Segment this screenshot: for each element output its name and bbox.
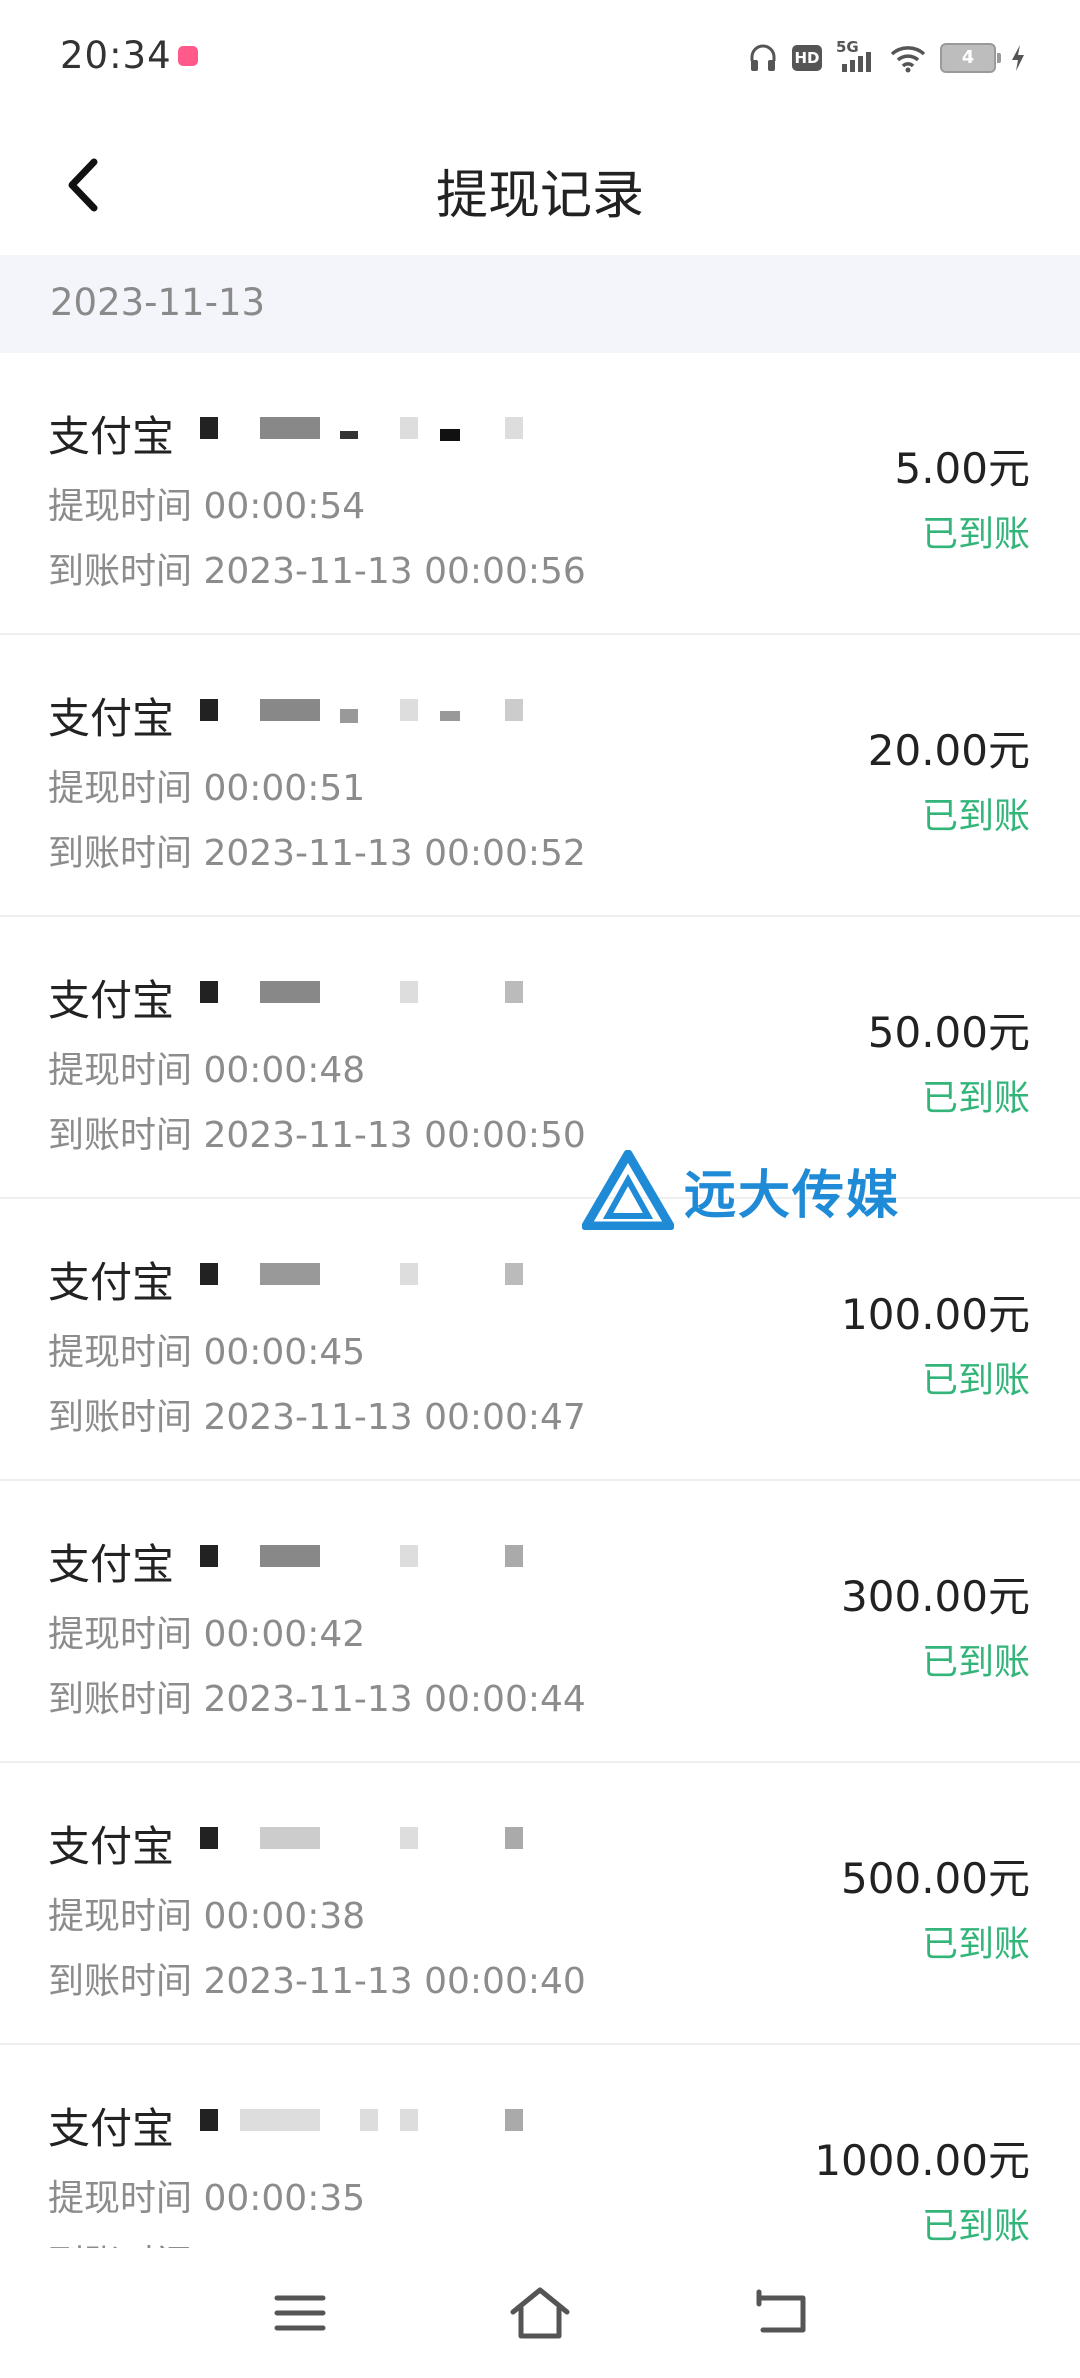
withdrawal-record[interactable]: 支付宝 提现时间 00:00:42 到账时间 2023-11-13 00:00:… (0, 1481, 1080, 1763)
status-label: 已到账 (921, 1924, 1030, 1965)
arrival-time: 到账时间 2023-11-13 00:00:50 (48, 1115, 586, 1156)
arrival-time: 到账时间 2023-11-13 00:00:40 (48, 1961, 586, 2002)
home-icon (510, 2287, 570, 2339)
masked-account (200, 699, 530, 723)
watermark: 远大传媒 (582, 1150, 900, 1230)
withdraw-time: 提现时间 00:00:35 (48, 2178, 366, 2219)
withdrawal-record[interactable]: 支付宝 提现时间 00:00:54 到账时间 2023-11-13 00:00:… (0, 353, 1080, 635)
withdraw-time: 提现时间 00:00:42 (48, 1614, 366, 1655)
amount: 100.00元 (841, 1290, 1030, 1339)
watermark-text: 远大传媒 (684, 1165, 901, 1226)
date-group-label: 2023-11-13 (50, 281, 266, 324)
payment-method: 支付宝 (48, 2104, 175, 2153)
masked-account (200, 981, 530, 1005)
status-bar: 20:34 HD 5G 4 (0, 0, 1080, 115)
wifi-icon (890, 46, 926, 73)
masked-account (200, 2109, 530, 2133)
amount: 300.00元 (841, 1572, 1030, 1621)
withdraw-time: 提现时间 00:00:38 (48, 1896, 366, 1937)
withdrawal-record[interactable]: 支付宝 提现时间 00:00:51 到账时间 2023-11-13 00:00:… (0, 635, 1080, 917)
menu-icon (274, 2295, 326, 2331)
battery-icon: 4 (940, 43, 1001, 73)
withdraw-time: 提现时间 00:00:51 (48, 768, 366, 809)
arrival-time: 到账时间 2023-11-13 00:00:44 (48, 1679, 586, 1720)
arrival-time: 到账时间 2023-11-13 00:00:47 (48, 1397, 586, 1438)
amount: 20.00元 (867, 726, 1030, 775)
headphones-icon (750, 44, 776, 71)
page-title: 提现记录 (435, 166, 644, 226)
payment-method: 支付宝 (48, 1258, 175, 1307)
withdrawal-record[interactable]: 支付宝 提现时间 00:00:48 到账时间 2023-11-13 00:00:… (0, 917, 1080, 1199)
payment-method: 支付宝 (48, 412, 175, 461)
status-label: 已到账 (921, 1360, 1030, 1401)
home-button[interactable] (505, 2278, 575, 2348)
triangle-logo-icon (582, 1150, 674, 1230)
amount: 500.00元 (841, 1854, 1030, 1903)
battery-level: 4 (961, 47, 975, 68)
masked-account (200, 1545, 530, 1569)
payment-method: 支付宝 (48, 694, 175, 743)
withdrawal-record[interactable]: 支付宝 提现时间 00:00:45 到账时间 2023-11-13 00:00:… (0, 1199, 1080, 1481)
payment-method: 支付宝 (48, 1540, 175, 1589)
status-label: 已到账 (921, 1642, 1030, 1683)
status-icons: HD 5G 4 (748, 36, 1026, 80)
withdraw-time: 提现时间 00:00:45 (48, 1332, 366, 1373)
amount: 5.00元 (894, 444, 1030, 493)
notification-app-icon (178, 46, 198, 66)
arrival-time: 到账时间 2023-11-13 00:00:56 (48, 551, 586, 592)
withdrawal-record[interactable]: 支付宝 提现时间 00:00:38 到账时间 2023-11-13 00:00:… (0, 1763, 1080, 2045)
withdraw-time: 提现时间 00:00:54 (48, 486, 366, 527)
charging-icon (1012, 45, 1024, 71)
signal-icon: 5G (836, 38, 876, 74)
system-nav-bar (0, 2248, 1080, 2378)
status-time: 20:34 (60, 34, 172, 77)
status-label: 已到账 (921, 796, 1030, 837)
amount: 1000.00元 (814, 2136, 1030, 2185)
hd-label: HD (794, 49, 820, 67)
payment-method: 支付宝 (48, 976, 175, 1025)
back-icon (756, 2289, 806, 2333)
masked-account (200, 417, 530, 441)
hd-icon: HD (792, 45, 822, 71)
masked-account (200, 1263, 530, 1287)
menu-button[interactable] (265, 2278, 335, 2348)
payment-method: 支付宝 (48, 1822, 175, 1871)
withdraw-time: 提现时间 00:00:48 (48, 1050, 366, 1091)
status-label: 已到账 (921, 514, 1030, 555)
masked-account (200, 1827, 530, 1851)
back-nav-button[interactable] (745, 2278, 815, 2348)
header: 提现记录 (0, 115, 1080, 255)
status-label: 已到账 (921, 2206, 1030, 2247)
date-group-header: 2023-11-13 (0, 255, 1080, 353)
arrival-time: 到账时间 2023-11-13 00:00:52 (48, 833, 586, 874)
status-label: 已到账 (921, 1078, 1030, 1119)
amount: 50.00元 (867, 1008, 1030, 1057)
withdrawal-list: 支付宝 提现时间 00:00:54 到账时间 2023-11-13 00:00:… (0, 353, 1080, 2327)
